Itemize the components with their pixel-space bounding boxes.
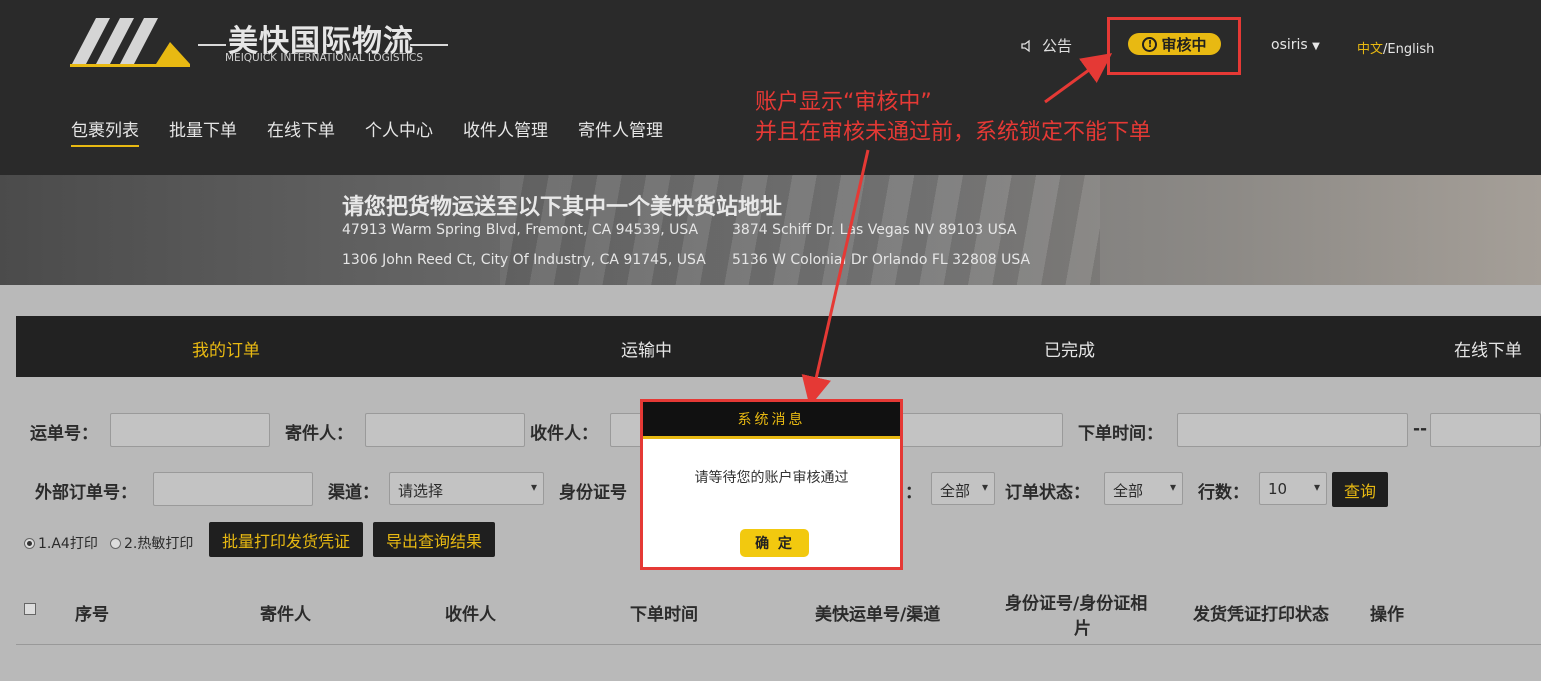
time-range-separator: -- [1413, 419, 1428, 439]
column-id-photo-line2: 片 [1074, 619, 1091, 639]
caret-down-icon: ▼ [1312, 41, 1320, 52]
tab-my-orders[interactable]: 我的订单 [192, 336, 260, 361]
channel-select[interactable]: 请选择 [389, 472, 544, 505]
print-thermal-radio[interactable]: 2.热敏打印 [110, 533, 193, 553]
annotation-line-1: 账户显示“审核中” [755, 90, 932, 115]
column-receiver: 收件人 [445, 605, 496, 625]
address-city-of-industry: 1306 John Reed Ct, City Of Industry, CA … [342, 252, 706, 268]
notice-label: 公告 [1042, 37, 1073, 55]
column-actions: 操作 [1370, 605, 1404, 625]
tab-completed[interactable]: 已完成 [1044, 336, 1095, 361]
main-nav: 包裹列表 批量下单 在线下单 个人中心 收件人管理 寄件人管理 [71, 116, 663, 147]
language-switch: 中文/English [1357, 38, 1434, 57]
print-a4-radio[interactable]: 1.A4打印 [24, 533, 98, 553]
lang-en-link[interactable]: English [1387, 42, 1434, 57]
logo[interactable]: 美快国际物流 MEIQUICK INTERNATIONAL LOGISTICS [70, 14, 450, 70]
nav-online-order[interactable]: 在线下单 [267, 116, 335, 147]
column-print-status: 发货凭证打印状态 [1193, 605, 1329, 625]
rows-select[interactable]: 10 [1259, 472, 1327, 505]
speaker-icon [1021, 39, 1030, 52]
order-tabs: 我的订单 运输中 已完成 在线下单 [16, 316, 1541, 377]
radio-unchecked-icon [110, 537, 121, 549]
table-header-divider [16, 644, 1541, 645]
query-button[interactable]: 查询 [1332, 472, 1388, 507]
column-sender: 寄件人 [260, 605, 311, 625]
column-index: 序号 [75, 605, 109, 625]
username: osiris [1271, 37, 1308, 53]
external-order-input[interactable] [153, 472, 313, 506]
export-results-button[interactable]: 导出查询结果 [373, 522, 495, 557]
lang-cn-link[interactable]: 中文 [1357, 42, 1383, 57]
order-status-select[interactable]: 全部 [1104, 472, 1183, 505]
receiver-label: 收件人： [530, 424, 598, 444]
column-order-time: 下单时间 [630, 605, 698, 625]
banner-title: 请您把货物运送至以下其中一个美快货站地址 [342, 194, 783, 220]
order-time-label: 下单时间： [1078, 424, 1163, 444]
batch-print-button[interactable]: 批量打印发货凭证 [209, 522, 363, 557]
channel-label: 渠道： [328, 483, 379, 503]
dialog-ok-button[interactable]: 确 定 [740, 529, 809, 557]
sender-label: 寄件人： [285, 424, 353, 444]
nav-batch-order[interactable]: 批量下单 [169, 116, 237, 147]
notice-link[interactable]: 公告 [1020, 35, 1072, 56]
column-id-photo: 身份证号/身份证相 [1005, 594, 1148, 614]
rows-label: 行数： [1198, 483, 1249, 503]
address-banner: 请您把货物运送至以下其中一个美快货站地址 47913 Warm Spring B… [0, 175, 1541, 285]
waybill-label: 运单号： [30, 424, 98, 444]
address-fremont: 47913 Warm Spring Blvd, Fremont, CA 9453… [342, 222, 699, 238]
account-status-badge: ! 审核中 [1128, 33, 1221, 55]
dialog-message: 请等待您的账户审核通过 [694, 470, 849, 486]
account-status-text: 审核中 [1161, 35, 1207, 54]
order-time-end-input[interactable] [1430, 413, 1541, 447]
print-a4-label: 1.A4打印 [38, 536, 98, 552]
radio-checked-icon [24, 537, 35, 549]
address-las-vegas: 3874 Schiff Dr. Las Vegas NV 89103 USA [732, 222, 1017, 238]
print-thermal-label: 2.热敏打印 [124, 536, 194, 552]
nav-sender-management[interactable]: 寄件人管理 [578, 116, 663, 147]
nav-personal-center[interactable]: 个人中心 [365, 116, 433, 147]
id-number-label: 身份证号 [559, 483, 627, 503]
annotation-line-2: 并且在审核未通过前，系统锁定不能下单 [755, 120, 1152, 145]
external-order-label: 外部订单号： [35, 483, 137, 503]
sender-input[interactable] [365, 413, 525, 447]
tab-in-transit[interactable]: 运输中 [621, 336, 672, 361]
order-time-start-input[interactable] [1177, 413, 1408, 447]
nav-package-list[interactable]: 包裹列表 [71, 116, 139, 147]
print-status-label-fragment: ： [905, 483, 922, 503]
nav-receiver-management[interactable]: 收件人管理 [463, 116, 548, 147]
annotation-text: 账户显示“审核中” 并且在审核未通过前，系统锁定不能下单 [755, 88, 1151, 148]
filter-input-hidden[interactable] [900, 413, 1063, 447]
print-status-select[interactable]: 全部 [931, 472, 995, 505]
warning-icon: ! [1142, 36, 1158, 52]
waybill-input[interactable] [110, 413, 270, 447]
logo-mark-icon [70, 18, 190, 67]
order-status-label: 订单状态： [1005, 483, 1090, 503]
logo-text-en: MEIQUICK INTERNATIONAL LOGISTICS [225, 52, 424, 64]
tab-online-order[interactable]: 在线下单 [1454, 336, 1522, 361]
column-waybill-channel: 美快运单号/渠道 [815, 605, 941, 625]
select-all-checkbox[interactable] [24, 603, 36, 615]
system-message-dialog: 系统消息 请等待您的账户审核通过 确 定 [640, 399, 903, 570]
dialog-title: 系统消息 [643, 402, 900, 439]
address-orlando: 5136 W Colonial Dr Orlando FL 32808 USA [732, 252, 1031, 268]
user-menu[interactable]: osiris ▼ [1271, 37, 1320, 53]
header: 美快国际物流 MEIQUICK INTERNATIONAL LOGISTICS … [0, 0, 1541, 175]
